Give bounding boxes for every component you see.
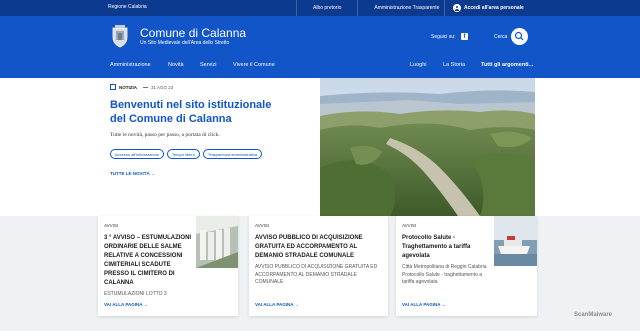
nav-la-storia[interactable]: La Storia [443, 62, 465, 68]
card-link-label: VAI ALLA PAGINA [255, 302, 294, 307]
card-category: AVVISI [402, 223, 417, 228]
login-label: Accedi all'area personale [464, 5, 524, 11]
tag-chip[interactable]: Accesso all'informazione [110, 149, 164, 159]
albo-pretorio-link[interactable]: Albo pretorio [296, 0, 357, 16]
nav-novita[interactable]: Novità [168, 62, 184, 68]
card-description: AVVISO PUBBLICO DI ACQUISIZIONE GRATUITA… [255, 264, 378, 285]
arrow-right-icon: → [143, 302, 149, 307]
amministrazione-trasparente-link[interactable]: Amministrazione Trasparente [357, 0, 455, 16]
nav-amministrazione[interactable]: Amministrazione [110, 62, 151, 68]
card-image [494, 216, 537, 266]
news-meta: NOTIZIA 31 AGO 23 [110, 84, 173, 90]
news-card[interactable]: AVVISI Protocollo Salute - Traghettament… [396, 216, 537, 316]
card-link[interactable]: VAI ALLA PAGINA → [255, 302, 299, 307]
region-link[interactable]: Regione Calabria [108, 4, 147, 10]
follow-label: Seguici su: [431, 34, 456, 40]
meta-divider [143, 86, 148, 88]
card-link[interactable]: VAI ALLA PAGINA → [402, 302, 446, 307]
arrow-right-icon: → [294, 302, 300, 307]
search-button[interactable] [511, 28, 528, 45]
card-link-label: VAI ALLA PAGINA [402, 302, 441, 307]
news-card[interactable]: AVVISI AVVISO PUBBLICO DI ACQUISIZIONE G… [249, 216, 388, 316]
card-title[interactable]: AVVISO PUBBLICO DI ACQUISIZIONE GRATUITA… [255, 234, 380, 261]
card-category: AVVISI [255, 223, 270, 228]
hero-subtitle: Tutte le novità, passo per passo, a port… [110, 132, 220, 138]
arrow-right-icon: → [441, 302, 447, 307]
tag-chip[interactable]: Trasparenza amministrativa [202, 149, 263, 159]
arrow-right-icon: → [151, 171, 156, 176]
login-button[interactable]: Accedi all'area personale [444, 0, 524, 16]
watermark-text: ScanMalware [574, 312, 613, 318]
facebook-icon[interactable]: f [461, 33, 468, 40]
card-description: Città Metropolitana di Reggio Calabria P… [402, 264, 487, 285]
card-title[interactable]: Protocollo Salute - Traghettamento a tar… [402, 234, 492, 261]
user-icon [453, 4, 461, 12]
news-card[interactable]: AVVISI 3 ° AVVISO – ESTUMULAZIONI ORDINA… [98, 216, 238, 316]
site-tagline: Un Sito Medievale dell'Area dello Strett… [140, 40, 230, 46]
nav-all-topics[interactable]: Tutti gli argomenti... [481, 62, 533, 68]
tag-chip[interactable]: Tempo libero [166, 149, 200, 159]
search-icon [514, 31, 524, 41]
news-date: 31 AGO 23 [151, 84, 174, 90]
tag-list: Accesso all'informazione Tempo libero Tr… [110, 149, 263, 159]
card-description: ESTUMULAZIONI LOTTO 3 [104, 291, 167, 297]
hero-title[interactable]: Benvenuti nel sito istituzionale del Com… [110, 98, 290, 126]
hero-image [320, 78, 535, 216]
card-category: AVVISI [104, 223, 119, 228]
card-link-label: VAI ALLA PAGINA [104, 302, 143, 307]
all-news-label: TUTTE LE NOVITÀ [110, 171, 150, 176]
all-news-link[interactable]: TUTTE LE NOVITÀ → [110, 171, 156, 176]
calendar-icon [110, 84, 116, 90]
nav-vivere-il-comune[interactable]: Vivere il Comune [233, 62, 275, 68]
card-image [196, 216, 238, 268]
nav-luoghi[interactable]: Luoghi [410, 62, 427, 68]
site-title[interactable]: Comune di Calanna [140, 26, 246, 40]
main-header: Comune di Calanna Un Sito Medievale dell… [0, 16, 640, 78]
card-link[interactable]: VAI ALLA PAGINA → [104, 302, 148, 307]
slim-links: Albo pretorio Amministrazione Trasparent… [296, 0, 455, 16]
card-title[interactable]: 3 ° AVVISO – ESTUMULAZIONI ORDINARIE DEL… [104, 234, 196, 288]
coat-of-arms-icon[interactable] [110, 24, 130, 48]
nav-servizi[interactable]: Servizi [200, 62, 217, 68]
slim-header: Regione Calabria Albo pretorio Amministr… [0, 0, 640, 16]
search-label: Cerca [494, 34, 508, 40]
news-type: NOTIZIA [119, 84, 137, 90]
